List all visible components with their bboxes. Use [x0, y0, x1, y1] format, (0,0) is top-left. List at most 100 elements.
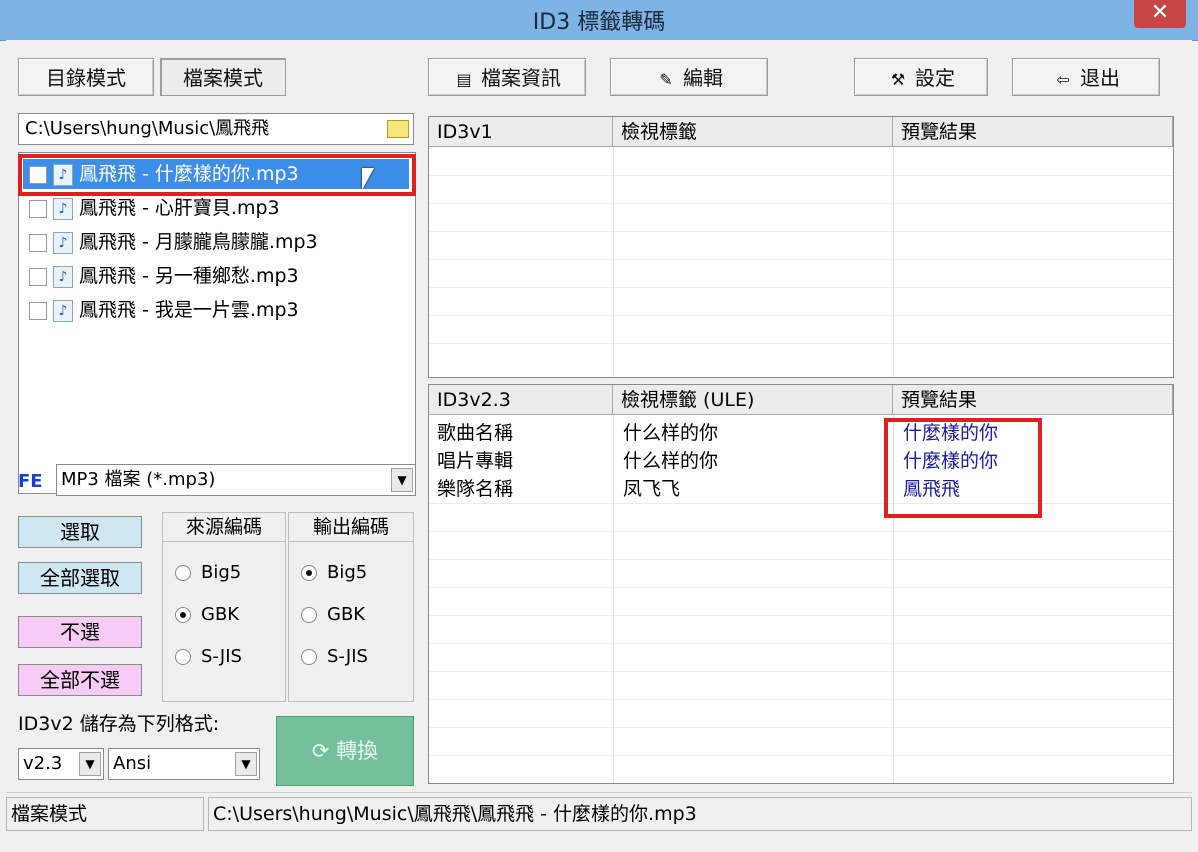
file-list[interactable]: ♪ 鳳飛飛 - 什麼樣的你.mp3 ♪ 鳳飛飛 - 心肝寶貝.mp3 ♪ 鳳飛飛 - …	[18, 152, 416, 494]
radio-icon	[301, 649, 317, 665]
chevron-down-icon[interactable]: ▼	[235, 752, 257, 776]
mp3-file-icon: ♪	[53, 265, 73, 288]
source-encoding-group: 來源編碼 Big5 GBK S-JIS	[162, 512, 286, 702]
deselect-button[interactable]: 不選	[18, 616, 142, 648]
edit-icon: ✎	[659, 69, 673, 89]
radio-icon	[175, 649, 191, 665]
filter-value: MP3 檔案 (*.mp3)	[61, 469, 216, 490]
file-info-button[interactable]: ▤ 檔案資訊	[428, 58, 586, 96]
select-button[interactable]: 選取	[18, 516, 142, 548]
close-button[interactable]: ✕	[1134, 0, 1186, 28]
file-name: 鳳飛飛 - 月朦朧鳥朦朧.mp3	[79, 231, 318, 253]
id3v2-table[interactable]: ID3v2.3 檢視標籤 (ULE) 預覽結果 歌曲名稱 什么样的你 什麼樣的你…	[428, 384, 1174, 784]
radio-icon	[301, 607, 317, 623]
charset-select[interactable]: Ansi ▼	[108, 748, 260, 780]
file-name: 鳳飛飛 - 我是一片雲.mp3	[79, 299, 299, 321]
id3v2-header-col2[interactable]: 檢視標籤 (ULE)	[613, 385, 893, 415]
edit-button[interactable]: ✎ 編輯	[610, 58, 768, 96]
mp3-file-icon: ♪	[53, 231, 73, 254]
table-cell: 樂隊名稱	[437, 478, 514, 500]
file-checkbox[interactable]	[29, 233, 47, 252]
radio-label: S-JIS	[327, 646, 368, 667]
id3v2-header-col3[interactable]: 預覽結果	[893, 385, 1173, 415]
settings-icon: ⚒	[890, 69, 906, 89]
select-all-button[interactable]: 全部選取	[18, 562, 142, 594]
id3v1-header-col2[interactable]: 檢視標籤	[613, 117, 893, 147]
file-checkbox[interactable]	[29, 199, 47, 218]
window-title: ID3 標籤轉碼	[532, 10, 666, 35]
status-bar: 檔案模式 C:\Users\hung\Music\鳳飛飛\鳳飛飛 - 什麼樣的你…	[6, 792, 1192, 833]
radio-label: Big5	[327, 562, 368, 583]
table-cell: 唱片專輯	[437, 450, 514, 472]
file-info-icon: ▤	[456, 69, 472, 89]
output-radio-gbk[interactable]: GBK	[301, 603, 365, 627]
row-divider	[429, 699, 1173, 700]
exit-icon: ⇦	[1056, 69, 1070, 89]
exit-button[interactable]: ⇦ 退出	[1012, 58, 1160, 96]
filter-label: FE	[18, 471, 43, 492]
annotation-highlight-file	[18, 154, 416, 196]
file-filter-select[interactable]: MP3 檔案 (*.mp3) ▼	[56, 464, 416, 496]
path-text: C:\Users\hung\Music\鳳飛飛	[25, 118, 270, 139]
file-info-label: 檔案資訊	[481, 66, 561, 90]
file-item[interactable]: ♪ 鳳飛飛 - 月朦朧鳥朦朧.mp3	[23, 227, 409, 257]
radio-icon	[175, 607, 191, 623]
version-value: v2.3	[23, 753, 63, 774]
table-cell: 凤飞飞	[623, 478, 681, 500]
refresh-icon: ⟳	[311, 739, 337, 763]
folder-icon[interactable]	[387, 120, 409, 138]
mouse-cursor-icon	[362, 168, 374, 190]
chevron-down-icon[interactable]: ▼	[79, 752, 101, 776]
file-name: 鳳飛飛 - 另一種鄉愁.mp3	[79, 265, 299, 287]
file-item[interactable]: ♪ 鳳飛飛 - 我是一片雲.mp3	[23, 295, 409, 325]
title-bar[interactable]: ID3 標籤轉碼 ✕	[0, 0, 1198, 41]
file-checkbox[interactable]	[29, 301, 47, 320]
id3v1-table[interactable]: ID3v1 檢視標籤 預覽結果	[428, 116, 1174, 378]
status-path: C:\Users\hung\Music\鳳飛飛\鳳飛飛 - 什麼樣的你.mp3	[208, 797, 1192, 831]
source-radio-big5[interactable]: Big5	[175, 561, 241, 585]
row-divider	[429, 503, 1173, 504]
output-radio-sjis[interactable]: S-JIS	[301, 645, 368, 669]
dir-mode-button[interactable]: 目錄模式	[18, 58, 154, 96]
save-format-label: ID3v2 儲存為下列格式:	[18, 713, 220, 735]
id3-version-select[interactable]: v2.3 ▼	[18, 748, 104, 780]
row-divider	[429, 259, 1173, 260]
annotation-highlight-preview	[884, 418, 1042, 518]
row-divider	[429, 203, 1173, 204]
row-divider	[429, 559, 1173, 560]
row-divider	[429, 755, 1173, 756]
row-divider	[429, 315, 1173, 316]
charset-value: Ansi	[113, 753, 152, 774]
file-item[interactable]: ♪ 鳳飛飛 - 心肝寶貝.mp3	[23, 193, 409, 223]
id3v1-header-col3[interactable]: 預覽結果	[893, 117, 1173, 147]
convert-button[interactable]: ⟳ 轉換	[276, 716, 414, 786]
convert-label: 轉換	[336, 739, 379, 763]
deselect-all-button[interactable]: 全部不選	[18, 664, 142, 696]
exit-label: 退出	[1080, 66, 1120, 90]
file-mode-button[interactable]: 檔案模式	[160, 58, 286, 96]
settings-label: 設定	[915, 66, 955, 90]
output-encoding-group: 輸出編碼 Big5 GBK S-JIS	[288, 512, 414, 702]
app-window: ID3 標籤轉碼 ✕ 目錄模式 檔案模式 ▤ 檔案資訊 ✎ 編輯 ⚒ 設定 ⇦ 退出 C…	[0, 0, 1198, 852]
row-divider	[429, 175, 1173, 176]
radio-icon	[301, 565, 317, 581]
file-checkbox[interactable]	[29, 267, 47, 286]
id3v1-header-col1[interactable]: ID3v1	[429, 117, 613, 147]
edit-label: 編輯	[683, 66, 723, 90]
id3v2-header-col1[interactable]: ID3v2.3	[429, 385, 613, 415]
settings-button[interactable]: ⚒ 設定	[854, 58, 988, 96]
row-divider	[429, 587, 1173, 588]
source-radio-sjis[interactable]: S-JIS	[175, 645, 242, 669]
chevron-down-icon[interactable]: ▼	[391, 468, 413, 492]
client-area: 目錄模式 檔案模式 ▤ 檔案資訊 ✎ 編輯 ⚒ 設定 ⇦ 退出 C:\Users\hun…	[6, 40, 1192, 846]
source-radio-gbk[interactable]: GBK	[175, 603, 239, 627]
radio-label: S-JIS	[201, 646, 242, 667]
path-input[interactable]: C:\Users\hung\Music\鳳飛飛	[18, 113, 414, 145]
table-cell: 什么样的你	[623, 450, 719, 472]
table-cell: 歌曲名稱	[437, 422, 514, 444]
output-radio-big5[interactable]: Big5	[301, 561, 367, 585]
mp3-file-icon: ♪	[53, 197, 73, 220]
mp3-file-icon: ♪	[53, 299, 73, 322]
radio-label: Big5	[201, 562, 242, 583]
file-item[interactable]: ♪ 鳳飛飛 - 另一種鄉愁.mp3	[23, 261, 409, 291]
